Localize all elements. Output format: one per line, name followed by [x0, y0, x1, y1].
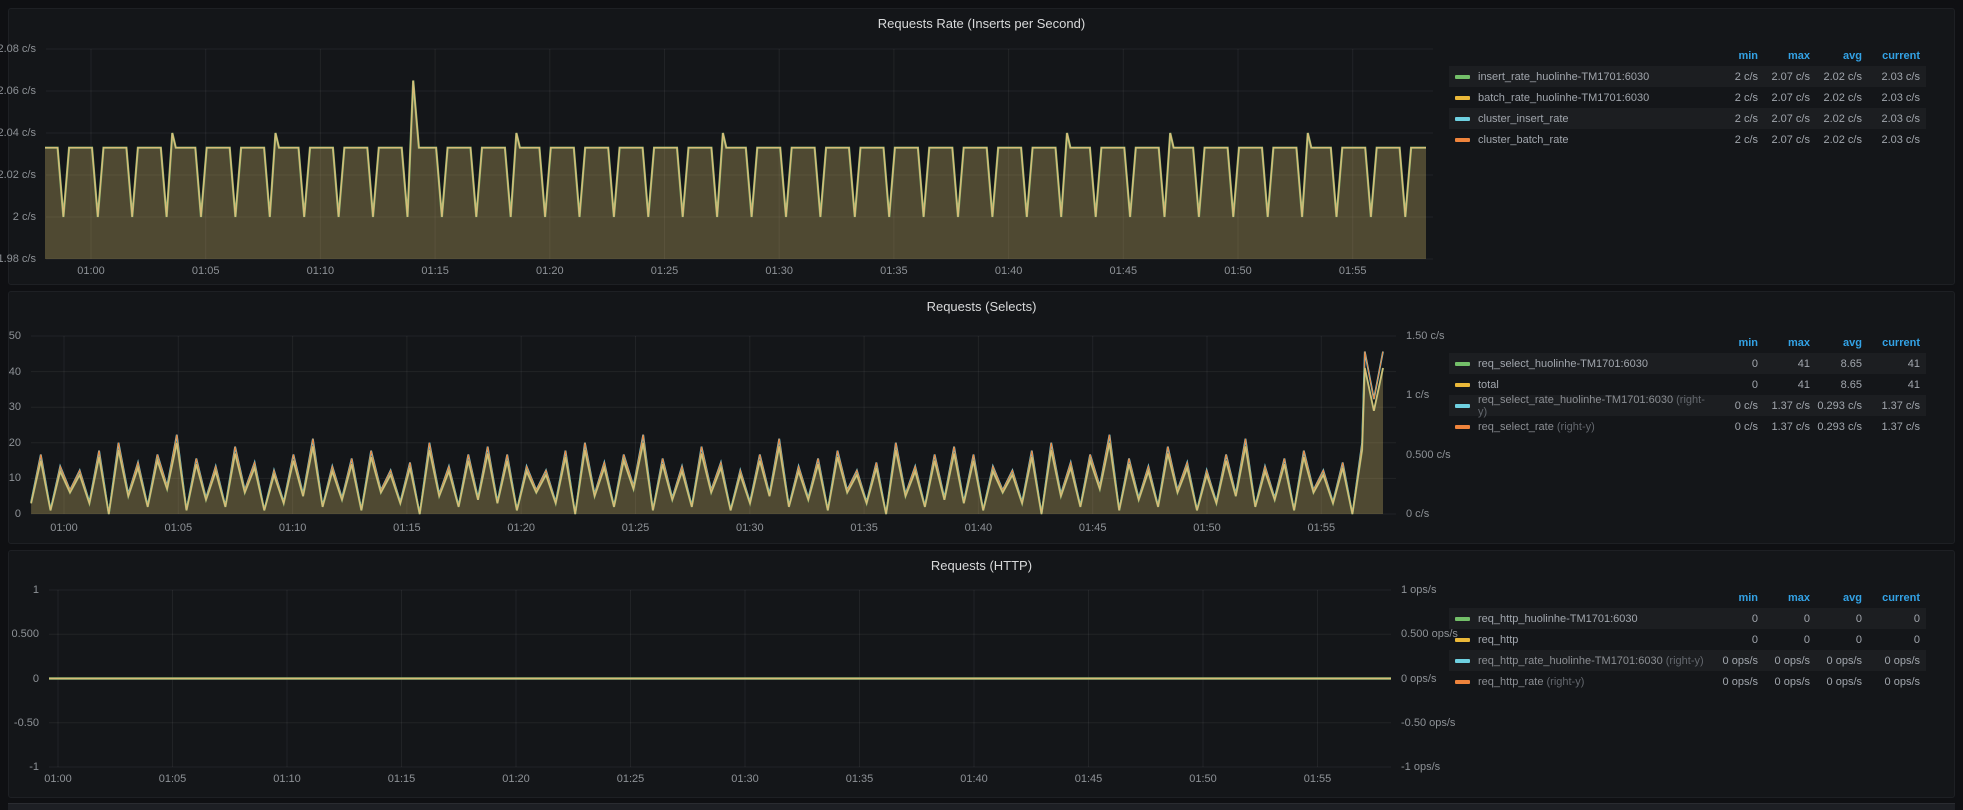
chart-plot-area[interactable] — [9, 292, 1956, 545]
chart-plot-area[interactable] — [9, 551, 1956, 799]
chart-plot-area[interactable] — [9, 9, 1956, 286]
panel-requests-selects: Requests (Selects) 504030201001.50 c/s1 … — [8, 291, 1955, 544]
grafana-dashboard: { "colors": { "green": "#73bf69", "yello… — [0, 0, 1963, 809]
panel-requests-http: Requests (HTTP) 10.5000-0.50-11 ops/s0.5… — [8, 550, 1955, 798]
panel-requests-rate-inserts: Requests Rate (Inserts per Second) 2.08 … — [8, 8, 1955, 285]
series-area-fill — [31, 368, 1383, 514]
series-area-fill — [45, 81, 1426, 260]
